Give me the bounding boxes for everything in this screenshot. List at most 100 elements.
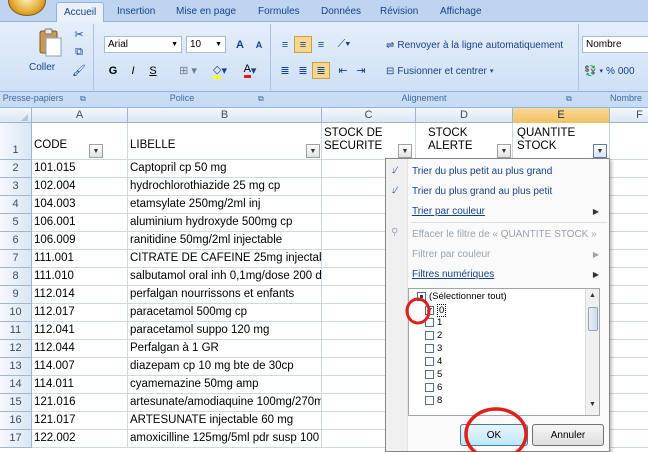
tab-mise-en-page[interactable]: Mise en page bbox=[176, 6, 236, 17]
dialog-launcher-icon[interactable]: ⧉ bbox=[80, 94, 86, 104]
font-size-combo[interactable]: 10 ▼ bbox=[186, 36, 226, 53]
percent-button[interactable]: % bbox=[606, 66, 615, 77]
table-cell-f[interactable] bbox=[610, 232, 648, 250]
font-color-icon[interactable]: A ▾ bbox=[236, 62, 264, 79]
bold-button[interactable]: G bbox=[104, 62, 122, 79]
filter-list-item[interactable]: 8 bbox=[425, 395, 442, 406]
table-cell-label[interactable]: artesunate/amodiaquine 100mg/270mg bbox=[128, 394, 322, 412]
row-header[interactable]: 9 bbox=[0, 286, 32, 304]
filter-list-item[interactable]: 5 bbox=[425, 369, 442, 380]
borders-icon[interactable]: ⊞ ▾ bbox=[174, 62, 202, 79]
orientation-icon[interactable]: ⟋▾ bbox=[332, 36, 356, 53]
underline-button[interactable]: S bbox=[144, 62, 162, 79]
table-cell-label[interactable]: Perfalgan à 1 GR bbox=[128, 340, 322, 358]
table-cell-f[interactable] bbox=[610, 304, 648, 322]
filter-list-item[interactable]: 4 bbox=[425, 356, 442, 367]
column-header-d[interactable]: D bbox=[416, 108, 513, 123]
checkbox[interactable]: ✔ bbox=[425, 306, 434, 315]
table-cell-f[interactable] bbox=[610, 340, 648, 358]
row-header[interactable]: 11 bbox=[0, 322, 32, 340]
align-middle-icon[interactable]: ≡ bbox=[294, 36, 312, 53]
tab-donnees[interactable]: Données bbox=[321, 6, 361, 17]
filter-list-item[interactable]: ✔ 0 bbox=[425, 304, 447, 317]
decrease-indent-icon[interactable]: ⇤ bbox=[334, 62, 352, 79]
table-cell-code[interactable]: 111.010 bbox=[32, 268, 128, 286]
menu-item-number-filters[interactable]: Filtres numériques bbox=[412, 269, 494, 280]
column-header-e[interactable]: E bbox=[513, 108, 610, 123]
italic-button[interactable]: I bbox=[124, 62, 142, 79]
checkbox[interactable] bbox=[425, 331, 434, 340]
checkbox[interactable] bbox=[425, 396, 434, 405]
column-header-c[interactable]: C bbox=[322, 108, 416, 123]
filter-value-list[interactable]: (Sélectionner tout) ✔ 0 1 2 3 4 5 6 8 bbox=[408, 288, 600, 416]
align-bottom-icon[interactable]: ≡ bbox=[312, 36, 330, 53]
table-cell-f[interactable] bbox=[610, 178, 648, 196]
row-header[interactable]: 6 bbox=[0, 232, 32, 250]
table-cell-code[interactable]: 121.017 bbox=[32, 412, 128, 430]
format-painter-icon[interactable]: 🖌 bbox=[70, 62, 88, 79]
merge-center-button[interactable]: ⊟ Fusionner et centrer ▾ bbox=[386, 62, 493, 80]
table-cell-label[interactable]: etamsylate 250mg/2ml inj bbox=[128, 196, 322, 214]
table-cell-f[interactable] bbox=[610, 160, 648, 178]
table-cell-code[interactable]: 114.007 bbox=[32, 358, 128, 376]
scroll-down-icon[interactable]: ▼ bbox=[589, 401, 596, 408]
align-left-icon[interactable]: ≣ bbox=[276, 62, 294, 79]
table-cell-code[interactable]: 104.003 bbox=[32, 196, 128, 214]
table-cell-label[interactable]: ARTESUNATE injectable 60 mg bbox=[128, 412, 322, 430]
select-all-corner[interactable] bbox=[0, 108, 32, 123]
scroll-up-icon[interactable]: ▲ bbox=[589, 292, 596, 299]
table-cell-code[interactable]: 112.014 bbox=[32, 286, 128, 304]
table-cell-code[interactable]: 121.016 bbox=[32, 394, 128, 412]
checkbox[interactable] bbox=[425, 357, 434, 366]
cancel-button[interactable]: Annuler bbox=[532, 424, 604, 446]
table-cell-code[interactable]: 106.009 bbox=[32, 232, 128, 250]
thousands-button[interactable]: 000 bbox=[618, 66, 635, 77]
filter-button-a[interactable]: ▼ bbox=[89, 144, 103, 158]
copy-icon[interactable]: ⧉ bbox=[70, 44, 88, 61]
dialog-launcher-icon[interactable]: ⧉ bbox=[566, 94, 572, 104]
table-cell-label[interactable]: ranitidine 50mg/2ml injectable bbox=[128, 232, 322, 250]
table-cell-f[interactable] bbox=[610, 412, 648, 430]
table-cell-f[interactable] bbox=[610, 322, 648, 340]
column-header-a[interactable]: A bbox=[32, 108, 128, 123]
table-cell-label[interactable]: aluminium hydroxyde 500mg cp bbox=[128, 214, 322, 232]
align-center-icon[interactable]: ≣ bbox=[294, 62, 312, 79]
increase-indent-icon[interactable]: ⇥ bbox=[352, 62, 370, 79]
header-cell-f[interactable] bbox=[610, 123, 648, 160]
row-header[interactable]: 8 bbox=[0, 268, 32, 286]
header-cell-code[interactable]: CODE bbox=[32, 123, 128, 160]
list-scrollbar[interactable]: ▲ ▼ bbox=[585, 289, 599, 415]
ok-button[interactable]: OK bbox=[460, 424, 528, 446]
menu-item-sort-descending[interactable]: Trier du plus grand au plus petit bbox=[412, 186, 552, 197]
column-header-f[interactable]: F bbox=[610, 108, 648, 123]
row-header[interactable]: 4 bbox=[0, 196, 32, 214]
menu-item-sort-by-color[interactable]: Trier par couleur bbox=[412, 206, 485, 217]
paste-label[interactable]: Coller bbox=[29, 62, 55, 73]
table-cell-code[interactable]: 112.044 bbox=[32, 340, 128, 358]
wrap-text-button[interactable]: ⇌ Renvoyer à la ligne automatiquement bbox=[386, 36, 563, 54]
filter-list-item[interactable]: 3 bbox=[425, 343, 442, 354]
align-right-icon[interactable]: ≣ bbox=[312, 62, 330, 79]
table-cell-label[interactable]: salbutamol oral inh 0,1mg/dose 200 dos bbox=[128, 268, 322, 286]
table-cell-code[interactable]: 106.001 bbox=[32, 214, 128, 232]
table-cell-f[interactable] bbox=[610, 214, 648, 232]
office-button[interactable] bbox=[8, 0, 46, 16]
fill-color-icon[interactable]: ◇ ▾ bbox=[206, 62, 234, 79]
tab-revision[interactable]: Révision bbox=[380, 6, 418, 17]
row-header-1[interactable]: 1 bbox=[0, 123, 32, 160]
table-cell-label[interactable]: paracetamol 500mg cp bbox=[128, 304, 322, 322]
row-header[interactable]: 17 bbox=[0, 430, 32, 448]
row-header[interactable]: 10 bbox=[0, 304, 32, 322]
grow-font-icon[interactable]: A bbox=[231, 36, 249, 53]
checkbox[interactable] bbox=[417, 292, 426, 301]
header-cell-libelle[interactable]: LIBELLE bbox=[128, 123, 322, 160]
table-cell-label[interactable]: diazepam cp 10 mg bte de 30cp bbox=[128, 358, 322, 376]
number-format-combo[interactable]: Nombre bbox=[582, 36, 648, 53]
paste-icon[interactable] bbox=[37, 26, 63, 58]
table-cell-f[interactable] bbox=[610, 268, 648, 286]
table-cell-label[interactable]: perfalgan nourrissons et enfants bbox=[128, 286, 322, 304]
table-cell-f[interactable] bbox=[610, 376, 648, 394]
row-header[interactable]: 5 bbox=[0, 214, 32, 232]
row-header[interactable]: 14 bbox=[0, 376, 32, 394]
row-header[interactable]: 16 bbox=[0, 412, 32, 430]
